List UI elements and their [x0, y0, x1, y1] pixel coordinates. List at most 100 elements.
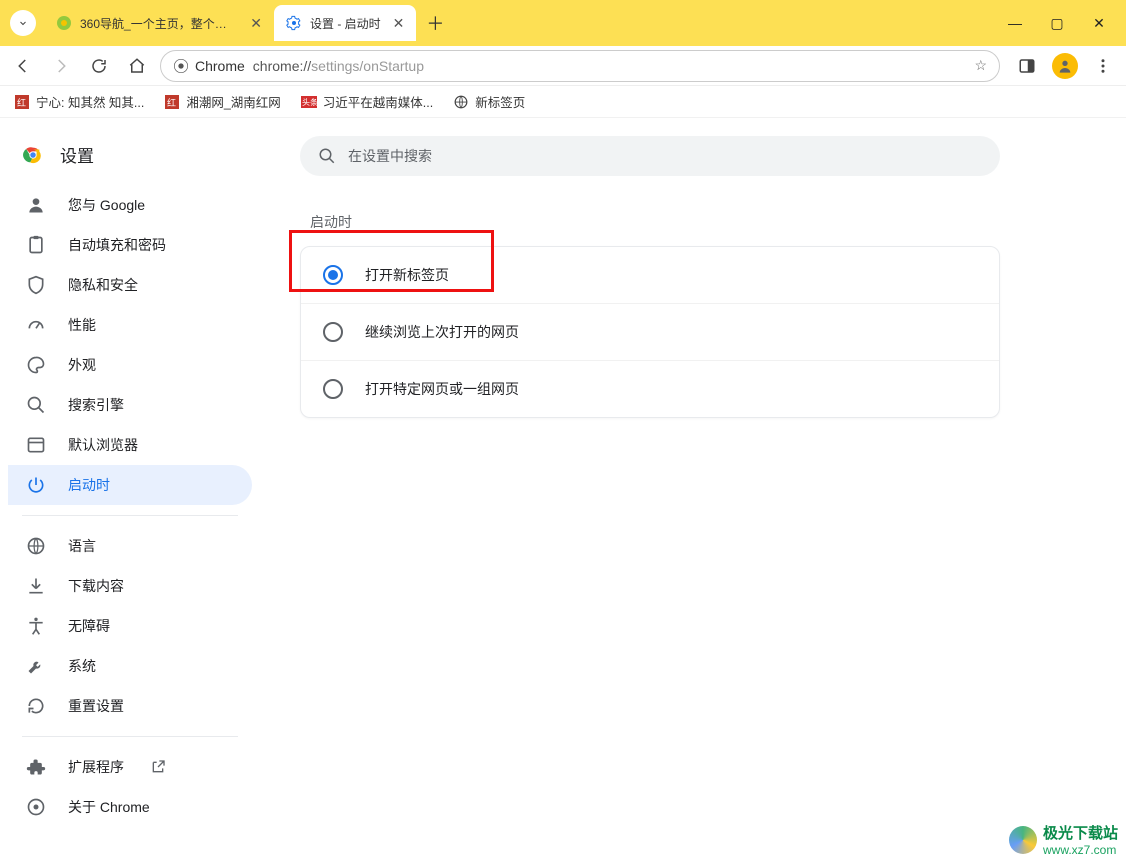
sidebar-item-about[interactable]: 关于 Chrome [8, 787, 252, 827]
download-icon [26, 576, 46, 596]
tab-title: 360导航_一个主页，整个世界 [80, 15, 238, 32]
chrome-logo-icon [22, 144, 44, 166]
back-button[interactable] [8, 51, 38, 81]
sidebar-item-default-browser[interactable]: 默认浏览器 [8, 425, 252, 465]
chrome-icon [26, 797, 46, 817]
radio-button[interactable] [323, 322, 343, 342]
reset-icon [26, 696, 46, 716]
window-maximize-button[interactable]: ▢ [1036, 15, 1078, 32]
browser-toolbar: Chrome chrome://settings/onStartup ☆ [0, 46, 1126, 86]
open-in-new-icon [150, 759, 166, 775]
radio-button[interactable] [323, 379, 343, 399]
settings-main: 在设置中搜索 启动时 打开新标签页 继续浏览上次打开的网页 打开特定网页或一组网… [260, 118, 1126, 863]
svg-text:红: 红 [167, 97, 176, 108]
person-icon [1057, 58, 1073, 74]
svg-text:头条: 头条 [302, 97, 317, 107]
browser-tab-1[interactable]: 设置 - 启动时 ✕ [274, 5, 416, 41]
option-label: 继续浏览上次打开的网页 [365, 322, 519, 342]
sidebar-item-autofill[interactable]: 自动填充和密码 [8, 225, 252, 265]
home-button[interactable] [122, 51, 152, 81]
forward-button[interactable] [46, 51, 76, 81]
option-label: 打开特定网页或一组网页 [365, 379, 519, 399]
reload-button[interactable] [84, 51, 114, 81]
person-icon [26, 195, 46, 215]
accessibility-icon [26, 616, 46, 636]
window-controls: ― ▢ ✕ [994, 0, 1120, 46]
bookmark-favicon: 红 [164, 94, 180, 110]
watermark: 极光下载站 www.xz7.com [1009, 822, 1118, 857]
profile-avatar-button[interactable] [1052, 53, 1078, 79]
tab-favicon-360 [56, 15, 72, 31]
option-label: 打开新标签页 [365, 265, 449, 285]
home-icon [128, 57, 146, 75]
shield-icon [26, 275, 46, 295]
on-startup-card: 打开新标签页 继续浏览上次打开的网页 打开特定网页或一组网页 [300, 246, 1000, 418]
browser-tab-0[interactable]: 360导航_一个主页，整个世界 ✕ [44, 5, 274, 41]
watermark-url: www.xz7.com [1043, 843, 1118, 857]
svg-text:红: 红 [17, 97, 26, 108]
sidebar-item-performance[interactable]: 性能 [8, 305, 252, 345]
watermark-name: 极光下载站 [1043, 822, 1118, 843]
tab-close-button[interactable]: ✕ [393, 15, 405, 32]
sidebar-item-you-and-google[interactable]: 您与 Google [8, 185, 252, 225]
startup-option-new-tab[interactable]: 打开新标签页 [301, 247, 999, 304]
watermark-logo-icon [1009, 826, 1037, 854]
settings-search-input[interactable]: 在设置中搜索 [300, 136, 1000, 176]
address-bar[interactable]: Chrome chrome://settings/onStartup ☆ [160, 50, 1000, 82]
clipboard-icon [26, 235, 46, 255]
section-title-on-startup: 启动时 [310, 212, 1086, 232]
kebab-menu-icon[interactable] [1094, 57, 1112, 75]
bookmark-item[interactable]: 红宁心: 知其然 知其... [14, 92, 144, 111]
site-identity-label: Chrome [195, 58, 245, 74]
window-title-bar: 360导航_一个主页，整个世界 ✕ 设置 - 启动时 ✕ ＋ ― ▢ ✕ [0, 0, 1126, 46]
search-placeholder: 在设置中搜索 [348, 146, 432, 166]
bookmark-favicon: 头条 [301, 94, 317, 110]
sidebar-item-on-startup[interactable]: 启动时 [8, 465, 252, 505]
sidebar-item-accessibility[interactable]: 无障碍 [8, 606, 252, 646]
arrow-right-icon [52, 57, 70, 75]
globe-icon [26, 536, 46, 556]
settings-sidebar: 设置 您与 Google 自动填充和密码 隐私和安全 性能 外观 搜索引擎 默认… [0, 118, 260, 863]
sidebar-separator [22, 736, 238, 737]
power-icon [26, 475, 46, 495]
bookmark-item[interactable]: 红湘潮网_湖南红网 [164, 92, 280, 111]
bookmark-star-button[interactable]: ☆ [974, 57, 987, 74]
tab-title: 设置 - 启动时 [310, 15, 381, 32]
settings-header: 设置 [8, 136, 252, 185]
side-panel-icon[interactable] [1018, 57, 1036, 75]
window-minimize-button[interactable]: ― [994, 15, 1036, 31]
sidebar-item-reset[interactable]: 重置设置 [8, 686, 252, 726]
radio-button[interactable] [323, 265, 343, 285]
chrome-icon [173, 58, 189, 74]
bookmark-item[interactable]: 新标签页 [453, 92, 525, 111]
url-text: chrome://settings/onStartup [253, 58, 424, 74]
tab-search-button[interactable] [10, 10, 36, 36]
globe-icon [453, 94, 469, 110]
startup-option-specific-pages[interactable]: 打开特定网页或一组网页 [301, 361, 999, 417]
palette-icon [26, 355, 46, 375]
window-close-button[interactable]: ✕ [1078, 15, 1120, 32]
tab-close-button[interactable]: ✕ [250, 15, 262, 32]
sidebar-item-privacy[interactable]: 隐私和安全 [8, 265, 252, 305]
settings-title: 设置 [60, 142, 94, 167]
sidebar-item-extensions[interactable]: 扩展程序 [8, 747, 252, 787]
new-tab-button[interactable]: ＋ [426, 10, 444, 36]
sidebar-item-downloads[interactable]: 下载内容 [8, 566, 252, 606]
extension-icon [26, 757, 46, 777]
wrench-icon [26, 656, 46, 676]
chevron-down-icon [17, 17, 29, 29]
sidebar-item-system[interactable]: 系统 [8, 646, 252, 686]
sidebar-item-search[interactable]: 搜索引擎 [8, 385, 252, 425]
startup-option-continue[interactable]: 继续浏览上次打开的网页 [301, 304, 999, 361]
search-icon [318, 147, 336, 165]
sidebar-separator [22, 515, 238, 516]
sidebar-item-languages[interactable]: 语言 [8, 526, 252, 566]
sidebar-item-appearance[interactable]: 外观 [8, 345, 252, 385]
speedometer-icon [26, 315, 46, 335]
site-identity-chip: Chrome [173, 58, 245, 74]
tab-favicon-settings [286, 15, 302, 31]
bookmarks-bar: 红宁心: 知其然 知其... 红湘潮网_湖南红网 头条习近平在越南媒体... 新… [0, 86, 1126, 118]
bookmark-item[interactable]: 头条习近平在越南媒体... [301, 92, 433, 111]
arrow-left-icon [14, 57, 32, 75]
search-icon [26, 395, 46, 415]
